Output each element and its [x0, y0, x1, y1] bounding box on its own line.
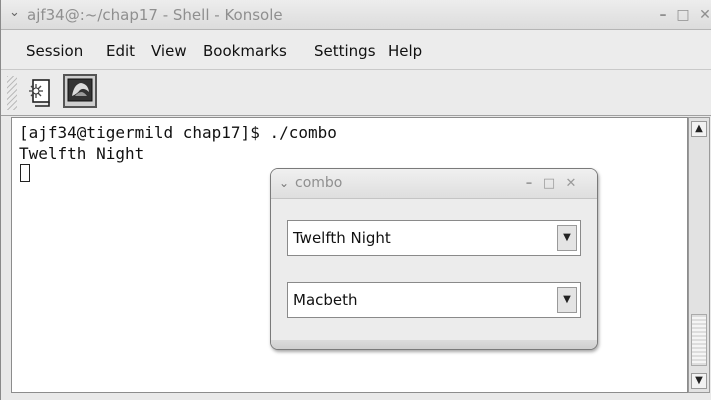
window-title: ajf34@:~/chap17 - Shell - Konsole	[27, 6, 283, 24]
menu-settings[interactable]: Settings	[314, 42, 376, 60]
combo-maximize-icon[interactable]: □	[541, 176, 557, 192]
new-session-icon	[29, 79, 50, 107]
terminal-line: Twelfth Night	[19, 144, 145, 163]
terminal-line: [ajf34@tigermild chap17]$ ./combo	[19, 123, 337, 142]
combo-title-bar[interactable]: ⌄ combo – □ ✕	[271, 169, 597, 199]
combo-dialog: ⌄ combo – □ ✕ Twelfth Night ▼ Macbeth ▼	[270, 168, 598, 350]
close-icon[interactable]: ✕	[697, 7, 711, 23]
menu-bar: Session Edit View Bookmarks Settings Hel…	[1, 30, 711, 70]
konsole-shell-icon	[67, 78, 93, 102]
menu-help[interactable]: Help	[388, 42, 422, 60]
play-select-2-value: Macbeth	[293, 291, 358, 309]
menu-view[interactable]: View	[151, 42, 187, 60]
combo-resize-edge[interactable]	[271, 340, 597, 349]
combo-minimize-icon[interactable]: –	[521, 176, 537, 192]
title-bar[interactable]: ⌄ ajf34@:~/chap17 - Shell - Konsole – □ …	[1, 0, 711, 30]
toolbar-grip[interactable]	[7, 76, 17, 110]
combo-close-icon[interactable]: ✕	[563, 176, 579, 192]
menu-bookmarks[interactable]: Bookmarks	[203, 42, 287, 60]
scroll-down-icon[interactable]: ▼	[691, 373, 707, 389]
maximize-icon[interactable]: □	[675, 7, 691, 23]
toolbar	[1, 70, 711, 116]
window-menu-icon[interactable]: ⌄	[9, 6, 23, 20]
scroll-up-icon[interactable]: ▲	[691, 121, 707, 137]
combo-title: combo	[295, 175, 343, 191]
chevron-down-icon[interactable]: ▼	[557, 225, 577, 251]
minimize-icon[interactable]: –	[655, 7, 671, 23]
vertical-scrollbar[interactable]: ▲ ▼	[688, 117, 710, 393]
konsole-shell-button[interactable]	[63, 74, 97, 108]
chevron-down-icon[interactable]: ▼	[557, 287, 577, 313]
combo-window-menu-icon[interactable]: ⌄	[279, 176, 289, 190]
menu-session[interactable]: Session	[26, 42, 83, 60]
play-select-2[interactable]: Macbeth ▼	[287, 282, 581, 318]
menu-edit[interactable]: Edit	[106, 42, 135, 60]
scroll-thumb[interactable]	[691, 314, 707, 366]
new-session-button[interactable]	[25, 74, 59, 108]
text-cursor	[20, 164, 30, 182]
play-select-1-value: Twelfth Night	[293, 229, 391, 247]
play-select-1[interactable]: Twelfth Night ▼	[287, 220, 581, 256]
